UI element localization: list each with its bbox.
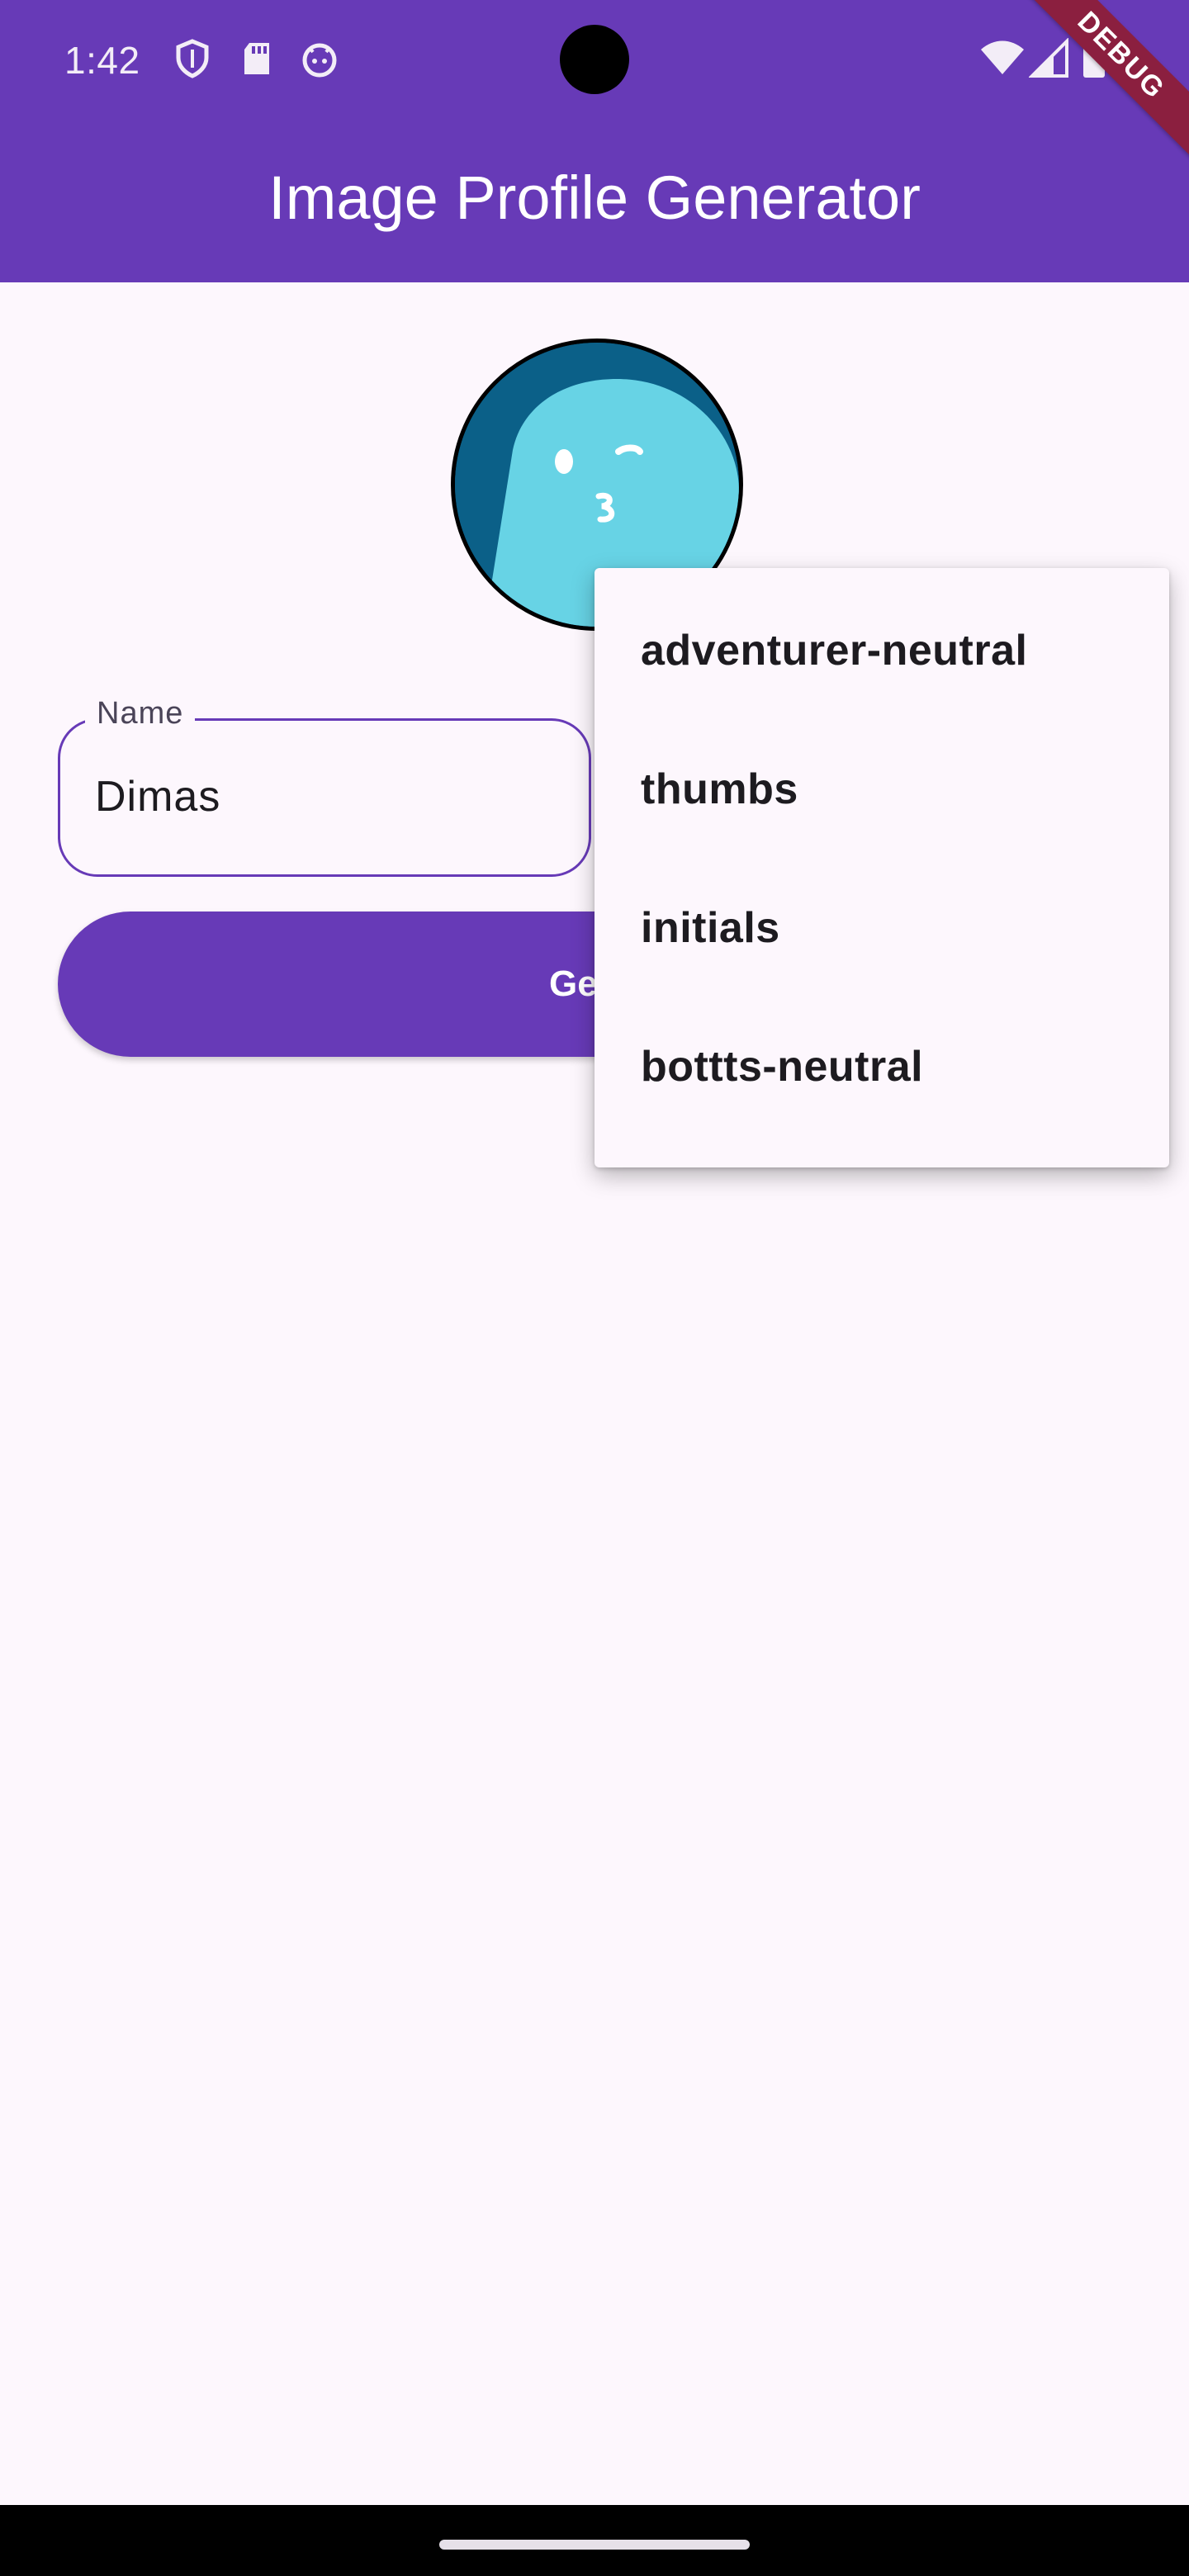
home-gesture-handle[interactable] (439, 2540, 750, 2550)
sd-card-icon (236, 38, 277, 79)
name-field[interactable]: Name (58, 696, 591, 877)
wifi-icon (979, 38, 1026, 79)
status-time: 1:42 (64, 39, 140, 82)
navigation-bar (0, 2505, 1189, 2576)
menu-item-initials[interactable]: initials (594, 870, 1169, 1009)
app-bar: 1:42 Image Profile Generator DEBUG (0, 0, 1189, 282)
app-title: Image Profile Generator (268, 163, 921, 232)
name-input[interactable] (95, 772, 557, 822)
debug-banner: DEBUG (1000, 0, 1189, 177)
android-face-icon (299, 38, 340, 79)
name-field-label: Name (85, 696, 196, 732)
menu-item-adventurer-neutral[interactable]: adventurer-neutral (594, 593, 1169, 732)
menu-item-bottts-neutral[interactable]: bottts-neutral (594, 1009, 1169, 1148)
shield-icon (172, 38, 213, 79)
style-dropdown-menu: adventurer-neutral thumbs initials bottt… (594, 568, 1169, 1167)
camera-cutout (560, 25, 629, 94)
signal-icon (1028, 37, 1070, 79)
menu-item-thumbs[interactable]: thumbs (594, 732, 1169, 870)
